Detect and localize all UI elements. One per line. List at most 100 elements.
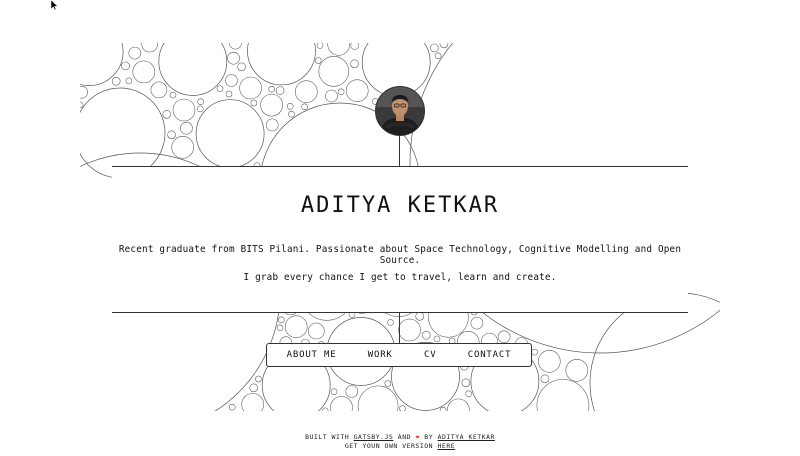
background-circle xyxy=(439,43,449,49)
page-title: ADITYA KETKAR xyxy=(300,193,500,218)
connector-line-bottom xyxy=(399,311,400,343)
background-circle xyxy=(237,62,246,72)
background-circle xyxy=(249,383,258,393)
background-circle xyxy=(421,330,431,340)
background-circle xyxy=(111,76,121,86)
background-circle xyxy=(357,385,399,411)
background-circle xyxy=(195,99,265,169)
background-circle xyxy=(308,322,325,340)
heart-icon: ❤ xyxy=(415,433,420,441)
background-circle xyxy=(158,43,228,96)
background-circle xyxy=(430,43,439,53)
main-nav: ABOUT ME WORK CV CONTACT xyxy=(266,343,532,367)
background-circle xyxy=(80,87,166,179)
footer-credits: BUILT WITH GATSBY.JS AND ❤ BY ADITYA KET… xyxy=(0,433,800,441)
profile-photo xyxy=(376,87,424,135)
background-circle xyxy=(284,315,308,338)
footer-get-version: GET YOUN OWN VERSION HERE xyxy=(0,442,800,450)
background-circle xyxy=(228,403,236,411)
background-circle xyxy=(197,98,204,105)
background-circle xyxy=(225,74,238,87)
connector-line-top xyxy=(399,133,400,167)
background-circle xyxy=(150,81,168,99)
background-circle xyxy=(538,350,561,373)
background-circle xyxy=(565,359,589,382)
background-circle xyxy=(536,379,590,411)
background-circle xyxy=(387,319,394,326)
background-circle xyxy=(275,86,285,95)
background-circle xyxy=(169,91,177,99)
background-circle xyxy=(171,136,194,159)
background-circle xyxy=(265,118,279,132)
background-circle xyxy=(318,56,350,87)
background-circle xyxy=(167,130,176,140)
background-circle xyxy=(461,378,471,388)
background-circle xyxy=(398,318,421,342)
background-circle xyxy=(276,324,284,332)
nav-contact[interactable]: CONTACT xyxy=(468,350,512,360)
background-circle xyxy=(247,43,316,86)
footer-and: AND xyxy=(397,433,412,441)
background-circle xyxy=(330,388,338,395)
background-circle xyxy=(327,43,350,56)
avatar xyxy=(375,86,425,136)
background-circle xyxy=(345,385,359,398)
background-circle xyxy=(540,374,550,384)
background-circle xyxy=(330,396,353,411)
here-link[interactable]: HERE xyxy=(438,442,456,450)
background-circle xyxy=(80,85,88,99)
background-circle xyxy=(288,110,295,118)
bio-line-1: Recent graduate from BITS Pilani. Passio… xyxy=(118,244,682,266)
background-circle xyxy=(162,110,172,119)
background-circle xyxy=(132,60,156,84)
mouse-pointer-icon xyxy=(51,0,59,10)
background-circle xyxy=(196,105,204,113)
intro-card xyxy=(112,166,688,313)
footer-by: BY xyxy=(424,433,434,441)
background-circle xyxy=(350,43,359,50)
background-circle xyxy=(497,330,511,344)
background-circle xyxy=(225,90,233,98)
background-circle xyxy=(286,103,294,110)
footer-built-with: BUILT WITH xyxy=(305,433,350,441)
background-circle xyxy=(121,61,130,71)
background-circle xyxy=(337,88,345,96)
background-circle xyxy=(260,93,283,117)
portfolio-page: ADITYA KETKAR Recent graduate from BITS … xyxy=(0,0,800,456)
background-circle xyxy=(325,89,338,103)
background-circle xyxy=(315,57,322,64)
background-circle xyxy=(125,77,133,85)
background-circle xyxy=(229,43,242,50)
background-circle xyxy=(350,59,359,69)
background-circle xyxy=(470,316,484,330)
background-circle xyxy=(415,312,424,321)
background-circle xyxy=(345,79,369,102)
background-circle xyxy=(531,348,538,356)
background-circle xyxy=(433,335,441,343)
nav-about-me[interactable]: ABOUT ME xyxy=(287,350,337,360)
background-circle xyxy=(80,43,124,86)
footer-get-own: GET YOUN OWN VERSION xyxy=(344,442,434,450)
background-circle xyxy=(295,80,318,103)
background-circle xyxy=(216,85,224,92)
background-circle xyxy=(434,52,442,60)
background-circle xyxy=(278,316,285,324)
background-circle xyxy=(141,43,158,53)
background-circle xyxy=(128,46,142,60)
author-link[interactable]: ADITYA KETKAR xyxy=(438,433,495,441)
background-circle xyxy=(447,398,470,411)
background-circle xyxy=(227,51,240,65)
background-circle xyxy=(241,393,264,411)
bio-line-2: I grab every chance I get to travel, lea… xyxy=(243,272,557,283)
background-circle xyxy=(301,103,308,111)
background-circle xyxy=(384,380,392,387)
gatsby-link[interactable]: GATSBY.JS xyxy=(354,433,394,441)
background-circle xyxy=(180,121,193,135)
nav-cv[interactable]: CV xyxy=(424,350,436,360)
background-circle xyxy=(239,76,262,100)
background-circle xyxy=(255,375,262,383)
background-circle xyxy=(465,390,472,398)
background-circle xyxy=(316,43,324,49)
nav-work[interactable]: WORK xyxy=(368,350,393,360)
background-circle xyxy=(321,407,329,411)
